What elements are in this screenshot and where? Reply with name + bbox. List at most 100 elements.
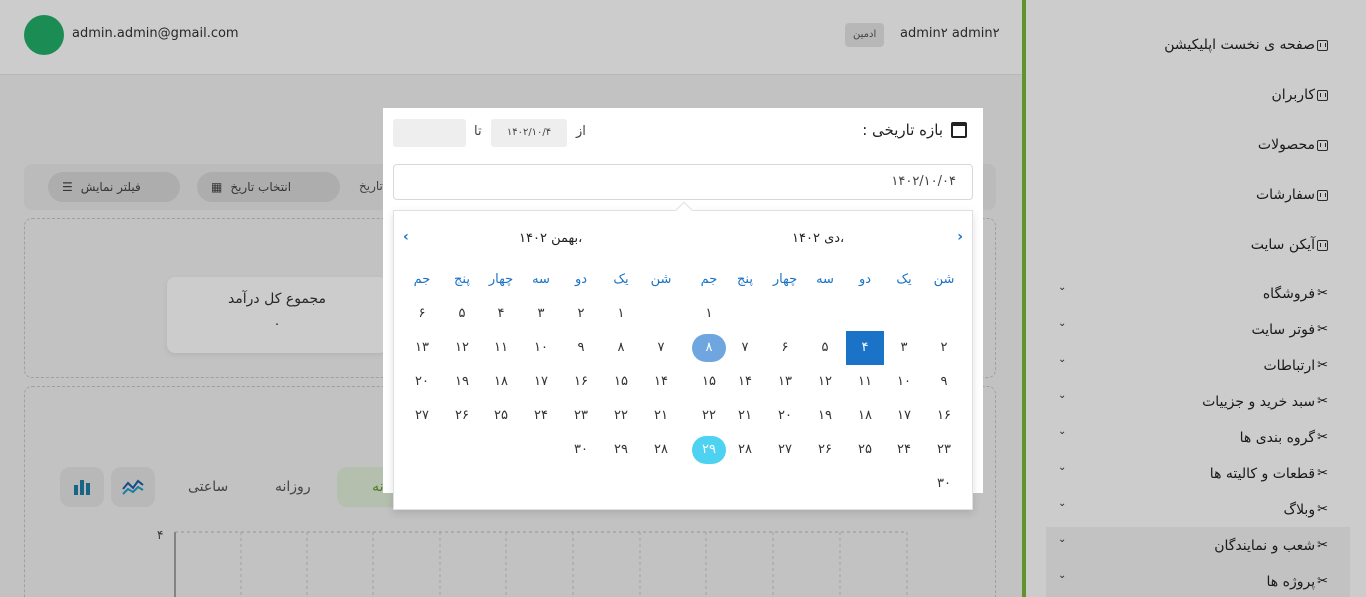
weekday-header: چهار <box>481 263 521 297</box>
weekday-header-text: پنج <box>454 272 470 287</box>
calendar-day[interactable]: ۲۲ <box>689 399 729 433</box>
calendar-day-text: ۱۲ <box>455 340 469 355</box>
weekday-header: یک <box>601 263 641 297</box>
calendar-day[interactable]: ۲۳ <box>924 433 964 467</box>
calendar-day-text: ۲۲ <box>614 408 628 423</box>
calendar-day[interactable]: ۲۸ <box>641 433 681 467</box>
calendar-day[interactable]: ۴ <box>845 331 885 365</box>
calendar-day[interactable]: ۲۶ <box>442 399 482 433</box>
calendar-day[interactable]: ۵ <box>442 297 482 331</box>
calendar-day[interactable]: ۱۲ <box>442 331 482 365</box>
weekday-header: دو <box>561 263 601 297</box>
weekday-header-text: سه <box>816 272 834 287</box>
prev-month-button[interactable]: › <box>957 229 963 245</box>
calendar-day[interactable]: ۲۲ <box>601 399 641 433</box>
calendar-day-text: ۲۴ <box>534 408 548 423</box>
calendar-day[interactable]: ۳۰ <box>561 433 601 467</box>
calendar-day[interactable]: ۱۳ <box>402 331 442 365</box>
calendar-day[interactable]: ۹ <box>561 331 601 365</box>
calendar-day[interactable]: ۲۷ <box>402 399 442 433</box>
calendar-day[interactable]: ۱۶ <box>561 365 601 399</box>
calendar-day[interactable]: ۱۷ <box>521 365 561 399</box>
calendar-day[interactable]: ۶ <box>402 297 442 331</box>
calendar-day[interactable]: ۲۴ <box>884 433 924 467</box>
calendar-day[interactable]: ۲۸ <box>725 433 765 467</box>
month-title-dey: دی ۱۴۰۲، <box>792 231 845 246</box>
calendar-day[interactable]: ۲ <box>561 297 601 331</box>
calendar-day-text: ۲۳ <box>937 442 951 457</box>
calendar-popup: ‹ › بهمن ۱۴۰۲، دی ۱۴۰۲، شن شن یک یک دو دو سه سه… <box>393 201 973 510</box>
calendar-day[interactable]: ۲۰ <box>402 365 442 399</box>
weekday-header: سه <box>805 263 845 297</box>
next-month-button[interactable]: ‹ <box>403 229 409 245</box>
calendar-day[interactable]: ۱۷ <box>884 399 924 433</box>
calendar-day[interactable]: ۹ <box>924 365 964 399</box>
calendar-day[interactable]: ۲۶ <box>805 433 845 467</box>
calendar-day[interactable]: ۱۴ <box>725 365 765 399</box>
to-date-field[interactable] <box>393 119 466 147</box>
calendar-day-text: ۱۲ <box>818 374 832 389</box>
calendar-day[interactable]: ۱۹ <box>442 365 482 399</box>
calendar-day-text: ۱۵ <box>614 374 628 389</box>
calendar-day[interactable]: ۳۰ <box>924 467 964 501</box>
calendar-day[interactable]: ۲۱ <box>641 399 681 433</box>
weekday-header-text: چهار <box>488 272 514 287</box>
calendar-day[interactable]: ۲۵ <box>845 433 885 467</box>
calendar-day[interactable]: ۱۳ <box>765 365 805 399</box>
calendar-day-text: ۸ <box>692 334 726 362</box>
calendar-day[interactable]: ۷ <box>725 331 765 365</box>
calendar-day[interactable]: ۱۲ <box>805 365 845 399</box>
calendar-day[interactable]: ۱۵ <box>601 365 641 399</box>
calendar-day[interactable]: ۱۶ <box>924 399 964 433</box>
calendar-day-text: ۱۴ <box>654 374 668 389</box>
calendar-day[interactable]: ۲۵ <box>481 399 521 433</box>
calendar-day-text: ۱۴ <box>738 374 752 389</box>
calendar-day[interactable]: ۲۹ <box>601 433 641 467</box>
calendar-day-text: ۲۰ <box>778 408 792 423</box>
calendar-day[interactable]: ۱ <box>601 297 641 331</box>
calendar-day-text: ۲۰ <box>415 374 429 389</box>
calendar-day[interactable]: ۲۹ <box>689 433 729 467</box>
date-picker-input[interactable]: ۱۴۰۲/۱۰/۰۴ <box>393 164 973 200</box>
weekday-header: جم <box>689 263 729 297</box>
calendar-day-text: ۲۱ <box>738 408 752 423</box>
calendar-day[interactable]: ۵ <box>805 331 845 365</box>
calendar-day[interactable]: ۱۸ <box>481 365 521 399</box>
calendar-day-text: ۲۴ <box>897 442 911 457</box>
calendar-day-text: ۲۸ <box>654 442 668 457</box>
from-date-field[interactable]: ۱۴۰۲/۱۰/۴ <box>491 119 567 147</box>
calendar-day[interactable]: ۱۸ <box>845 399 885 433</box>
calendar-day[interactable]: ۲۴ <box>521 399 561 433</box>
calendar-day[interactable]: ۳ <box>884 331 924 365</box>
modal-title: بازه تاریخی : <box>862 121 967 139</box>
weekday-header-text: یک <box>613 272 629 287</box>
calendar-day-text: ۲۹ <box>614 442 628 457</box>
calendar-day[interactable]: ۷ <box>641 331 681 365</box>
calendar-day-text: ۱۷ <box>534 374 548 389</box>
calendar-day[interactable]: ۲۰ <box>765 399 805 433</box>
weekday-header-text: شن <box>650 272 672 287</box>
calendar-day-text: ۳۰ <box>574 442 588 457</box>
calendar-day[interactable]: ۱۰ <box>521 331 561 365</box>
calendar-day[interactable]: ۲ <box>924 331 964 365</box>
calendar-day[interactable]: ۱۰ <box>884 365 924 399</box>
to-label: تا <box>474 124 482 139</box>
calendar-day[interactable]: ۱۵ <box>689 365 729 399</box>
calendar-day[interactable]: ۱۴ <box>641 365 681 399</box>
calendar-day[interactable]: ۸ <box>601 331 641 365</box>
calendar-day[interactable]: ۱۹ <box>805 399 845 433</box>
calendar-day[interactable]: ۱ <box>689 297 729 331</box>
calendar-day[interactable]: ۲۷ <box>765 433 805 467</box>
calendar-day[interactable]: ۲۱ <box>725 399 765 433</box>
calendar-day[interactable]: ۱۱ <box>481 331 521 365</box>
calendar-day[interactable]: ۴ <box>481 297 521 331</box>
calendar-day[interactable]: ۲۳ <box>561 399 601 433</box>
calendar-day-text: ۱۳ <box>778 374 792 389</box>
calendar-day[interactable]: ۳ <box>521 297 561 331</box>
calendar-day[interactable]: ۶ <box>765 331 805 365</box>
calendar-day[interactable]: ۸ <box>689 331 729 365</box>
calendar-day-text: ۱۰ <box>534 340 548 355</box>
calendar-day[interactable]: ۱۱ <box>845 365 885 399</box>
from-label: از <box>576 124 586 139</box>
calendar-day-text: ۱۹ <box>818 408 832 423</box>
